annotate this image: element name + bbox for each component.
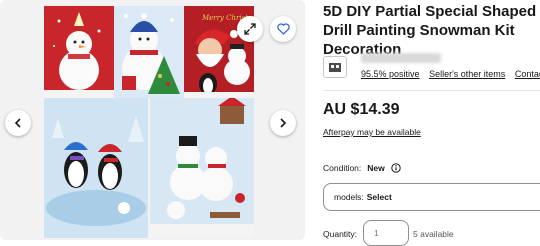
expand-icon [244,23,256,35]
image-gallery: Merry Christmas [0,0,305,240]
quantity-available: 5 available [413,229,454,239]
info-icon[interactable] [391,163,401,173]
models-select-label: models: [334,192,364,202]
panel-skating-penguins [44,98,148,238]
condition-label: Condition: [323,163,362,173]
chevron-left-icon [14,118,21,128]
seller-store-icon[interactable] [323,56,347,78]
panel-snowman-family [150,98,254,238]
next-image-button[interactable] [270,110,296,136]
quantity-input[interactable]: 1 [363,220,409,246]
seller-other-items-link[interactable]: Seller's other items [429,69,505,79]
store-icon [329,63,341,72]
watchlist-heart-button[interactable] [270,16,296,42]
contact-seller-link[interactable]: Contact s [515,69,540,79]
seller-feedback-link[interactable]: 95.5% positive [361,69,420,79]
section-divider [323,90,540,91]
models-select[interactable]: models: Select [323,183,540,211]
heart-icon [276,23,290,35]
product-details: 5D DIY Partial Special Shaped Drill Pain… [323,0,540,246]
seller-name-redacted [361,53,441,63]
previous-image-button[interactable] [5,110,31,136]
expand-image-button[interactable] [237,16,263,42]
product-main-image[interactable]: Merry Christmas [44,6,254,238]
seller-info-row: 95.5% positive Seller's other items Cont… [361,69,540,79]
afterpay-link[interactable]: Afterpay may be available [323,127,421,137]
models-select-value: Select [366,192,392,202]
panel-red-snowman [44,6,114,98]
quantity-label: Quantity: [323,229,358,239]
product-title: 5D DIY Partial Special Shaped Drill Pain… [323,3,537,58]
item-price: AU $14.39 [323,101,400,118]
condition-row: Condition: New [323,163,401,173]
chevron-right-icon [280,118,287,128]
condition-value: New [367,163,385,173]
panel-blue-snowman [114,6,184,98]
